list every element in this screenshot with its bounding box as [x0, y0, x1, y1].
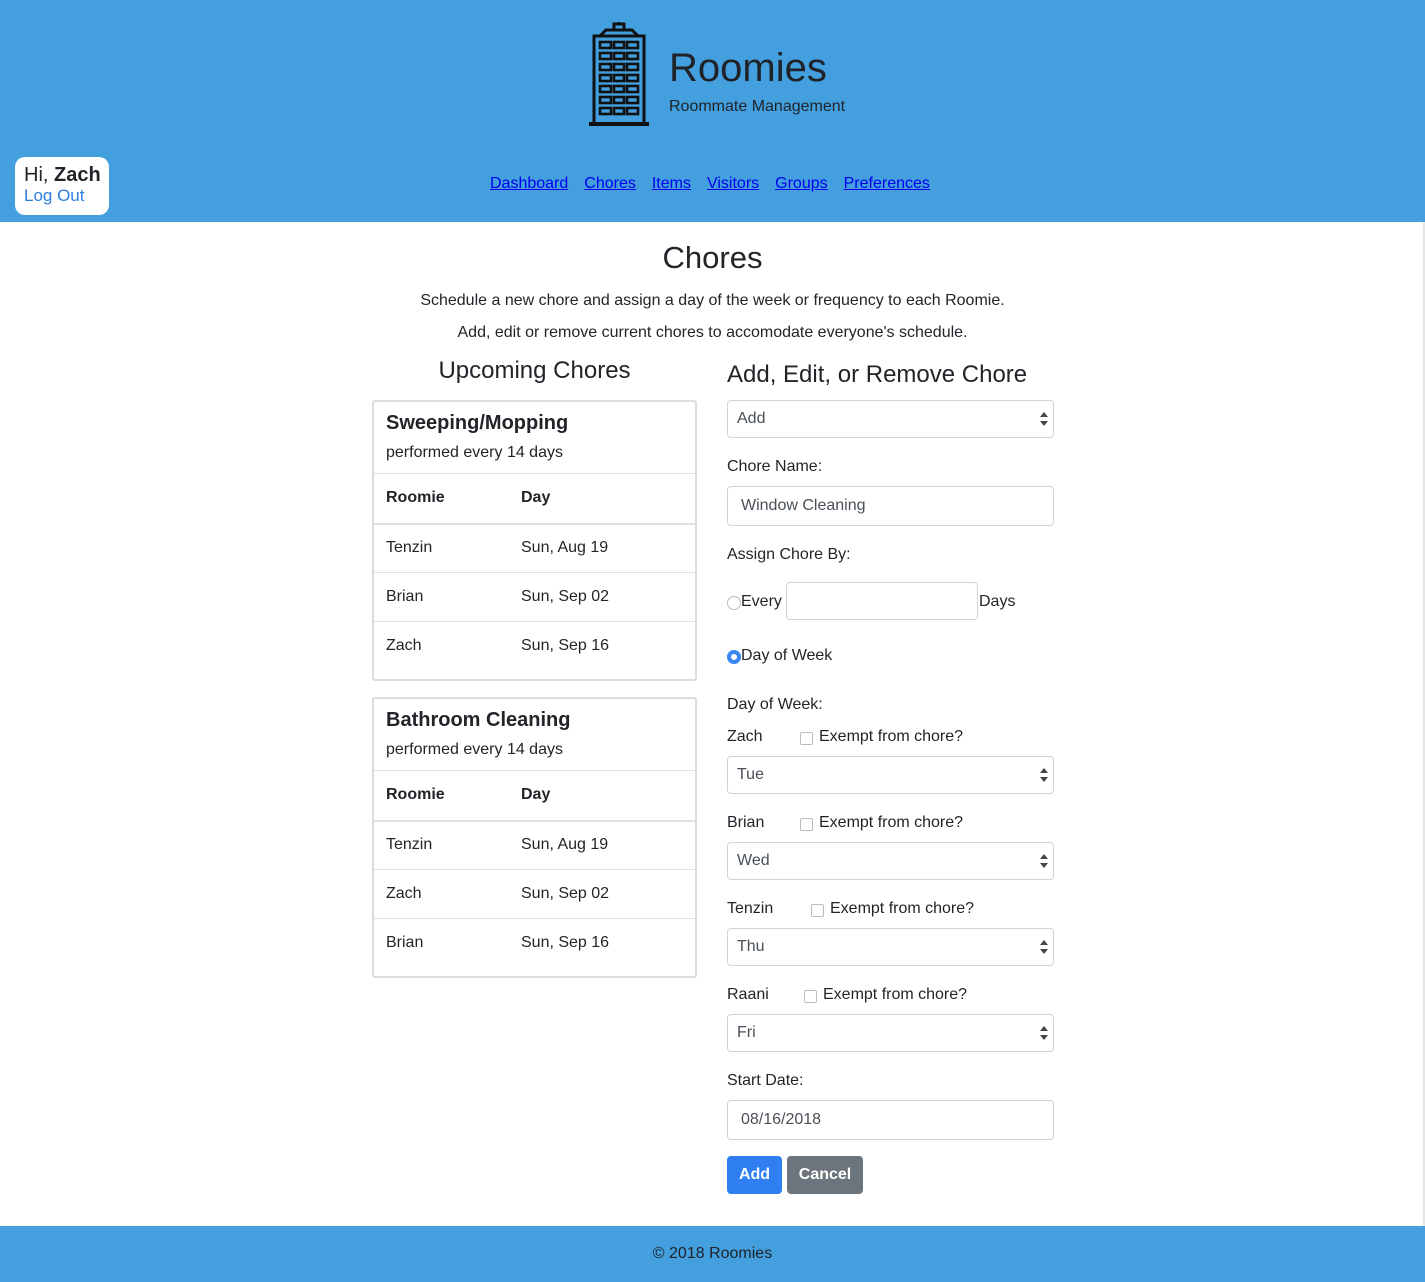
- upcoming-chores-heading: Upcoming Chores: [438, 357, 631, 384]
- user-name: Zach: [54, 164, 101, 186]
- day-cell: Sun, Sep 02: [509, 869, 695, 919]
- exempt-checkbox-tenzin[interactable]: [811, 904, 824, 917]
- user-greeting: Hi, Zach: [24, 164, 101, 187]
- nav-dashboard[interactable]: Dashboard: [490, 175, 568, 193]
- chore-card: Bathroom Cleaning performed every 14 day…: [372, 697, 697, 978]
- chore-card: Sweeping/Mopping performed every 14 days…: [372, 400, 697, 681]
- exempt-label: Exempt from chore?: [823, 986, 968, 1003]
- day-select-tenzin[interactable]: Thu: [727, 928, 1054, 966]
- header: Roomies Roommate Management Hi, Zach Log…: [0, 0, 1425, 222]
- select-arrows-icon: [1040, 940, 1048, 954]
- table-row: Brian Sun, Sep 16: [374, 918, 695, 968]
- assign-by-label: Assign Chore By:: [727, 546, 851, 563]
- column-header-day: Day: [509, 770, 695, 822]
- nav-visitors[interactable]: Visitors: [707, 175, 759, 193]
- chore-card-frequency: performed every 14 days: [386, 741, 563, 758]
- intro-text-2: Add, edit or remove current chores to ac…: [457, 324, 968, 341]
- exempt-checkbox-brian[interactable]: [800, 818, 813, 831]
- day-of-week-option-label: Day of Week: [741, 647, 833, 664]
- nav-preferences[interactable]: Preferences: [844, 175, 930, 193]
- table-header-row: Roomie Day: [374, 473, 695, 525]
- nav-groups[interactable]: Groups: [775, 175, 827, 193]
- select-arrows-icon: [1040, 1026, 1048, 1040]
- chore-card-title: Sweeping/Mopping: [386, 412, 569, 434]
- column-header-roomie: Roomie: [374, 770, 509, 822]
- start-date-input[interactable]: 08/16/2018: [727, 1100, 1054, 1140]
- add-button[interactable]: Add: [727, 1156, 782, 1194]
- exempt-label: Exempt from chore?: [819, 728, 964, 745]
- cancel-button[interactable]: Cancel: [787, 1156, 863, 1194]
- nav-items[interactable]: Items: [652, 175, 691, 193]
- roomie-name-tenzin: Tenzin: [727, 900, 774, 917]
- column-header-roomie: Roomie: [374, 473, 509, 525]
- user-panel: Hi, Zach Log Out: [15, 157, 109, 215]
- copyright-text: © 2018 Roomies: [652, 1245, 773, 1262]
- day-select-brian[interactable]: Wed: [727, 842, 1054, 880]
- roomie-cell: Tenzin: [374, 523, 509, 573]
- day-select-value: Tue: [737, 766, 764, 783]
- day-select-raani[interactable]: Fri: [727, 1014, 1054, 1052]
- days-label: Days: [979, 593, 1016, 610]
- day-cell: Sun, Aug 19: [509, 523, 695, 573]
- every-days-input[interactable]: [786, 582, 978, 620]
- select-arrows-icon: [1040, 412, 1048, 426]
- day-cell: Sun, Sep 16: [509, 918, 695, 968]
- day-of-week-label: Day of Week:: [727, 696, 823, 713]
- app-title: Roomies: [669, 46, 827, 90]
- chore-card-title: Bathroom Cleaning: [386, 709, 571, 731]
- chore-schedule-table: Roomie Day Tenzin Sun, Aug 19 Brian Sun,…: [374, 473, 695, 671]
- day-cell: Sun, Sep 02: [509, 572, 695, 622]
- table-row: Tenzin Sun, Aug 19: [374, 820, 695, 870]
- exempt-checkbox-zach[interactable]: [800, 732, 813, 745]
- intro-text-1: Schedule a new chore and assign a day of…: [420, 292, 1005, 309]
- logout-link[interactable]: Log Out: [24, 187, 100, 205]
- roomie-name-raani: Raani: [727, 986, 769, 1003]
- select-arrows-icon: [1040, 768, 1048, 782]
- chore-name-label: Chore Name:: [727, 458, 823, 475]
- column-header-day: Day: [509, 473, 695, 525]
- day-select-zach[interactable]: Tue: [727, 756, 1054, 794]
- table-row: Zach Sun, Sep 02: [374, 869, 695, 919]
- exempt-checkbox-raani[interactable]: [804, 990, 817, 1003]
- day-cell: Sun, Aug 19: [509, 820, 695, 870]
- roomie-name-brian: Brian: [727, 814, 765, 831]
- table-header-row: Roomie Day: [374, 770, 695, 822]
- roomie-cell: Tenzin: [374, 820, 509, 870]
- mode-select-value: Add: [737, 410, 766, 427]
- day-select-value: Thu: [737, 938, 765, 955]
- building-logo-icon: [589, 22, 649, 126]
- nav-chores[interactable]: Chores: [584, 175, 636, 193]
- exempt-label: Exempt from chore?: [830, 900, 975, 917]
- roomie-cell: Zach: [374, 621, 509, 671]
- select-arrows-icon: [1040, 854, 1048, 868]
- footer: © 2018 Roomies: [0, 1226, 1425, 1282]
- page-title: Chores: [662, 240, 763, 275]
- table-row: Brian Sun, Sep 02: [374, 572, 695, 622]
- form-heading: Add, Edit, or Remove Chore: [727, 361, 1028, 388]
- chore-name-input[interactable]: Window Cleaning: [727, 486, 1054, 526]
- day-of-week-radio[interactable]: [727, 650, 741, 664]
- roomie-cell: Zach: [374, 869, 509, 919]
- roomie-name-zach: Zach: [727, 728, 763, 745]
- table-row: Tenzin Sun, Aug 19: [374, 523, 695, 573]
- app-tagline: Roommate Management: [669, 98, 846, 115]
- main-nav: Dashboard Chores Items Visitors Groups P…: [490, 175, 930, 193]
- start-date-label: Start Date:: [727, 1072, 804, 1089]
- roomie-cell: Brian: [374, 918, 509, 968]
- every-radio[interactable]: [727, 596, 741, 610]
- chore-schedule-table: Roomie Day Tenzin Sun, Aug 19 Zach Sun, …: [374, 770, 695, 968]
- chore-card-frequency: performed every 14 days: [386, 444, 563, 461]
- day-cell: Sun, Sep 16: [509, 621, 695, 671]
- mode-select[interactable]: Add: [727, 400, 1054, 438]
- day-select-value: Fri: [737, 1024, 756, 1041]
- exempt-label: Exempt from chore?: [819, 814, 964, 831]
- every-label: Every: [741, 593, 782, 610]
- table-row: Zach Sun, Sep 16: [374, 621, 695, 671]
- greeting-prefix: Hi,: [24, 164, 49, 186]
- roomie-cell: Brian: [374, 572, 509, 622]
- day-select-value: Wed: [737, 852, 770, 869]
